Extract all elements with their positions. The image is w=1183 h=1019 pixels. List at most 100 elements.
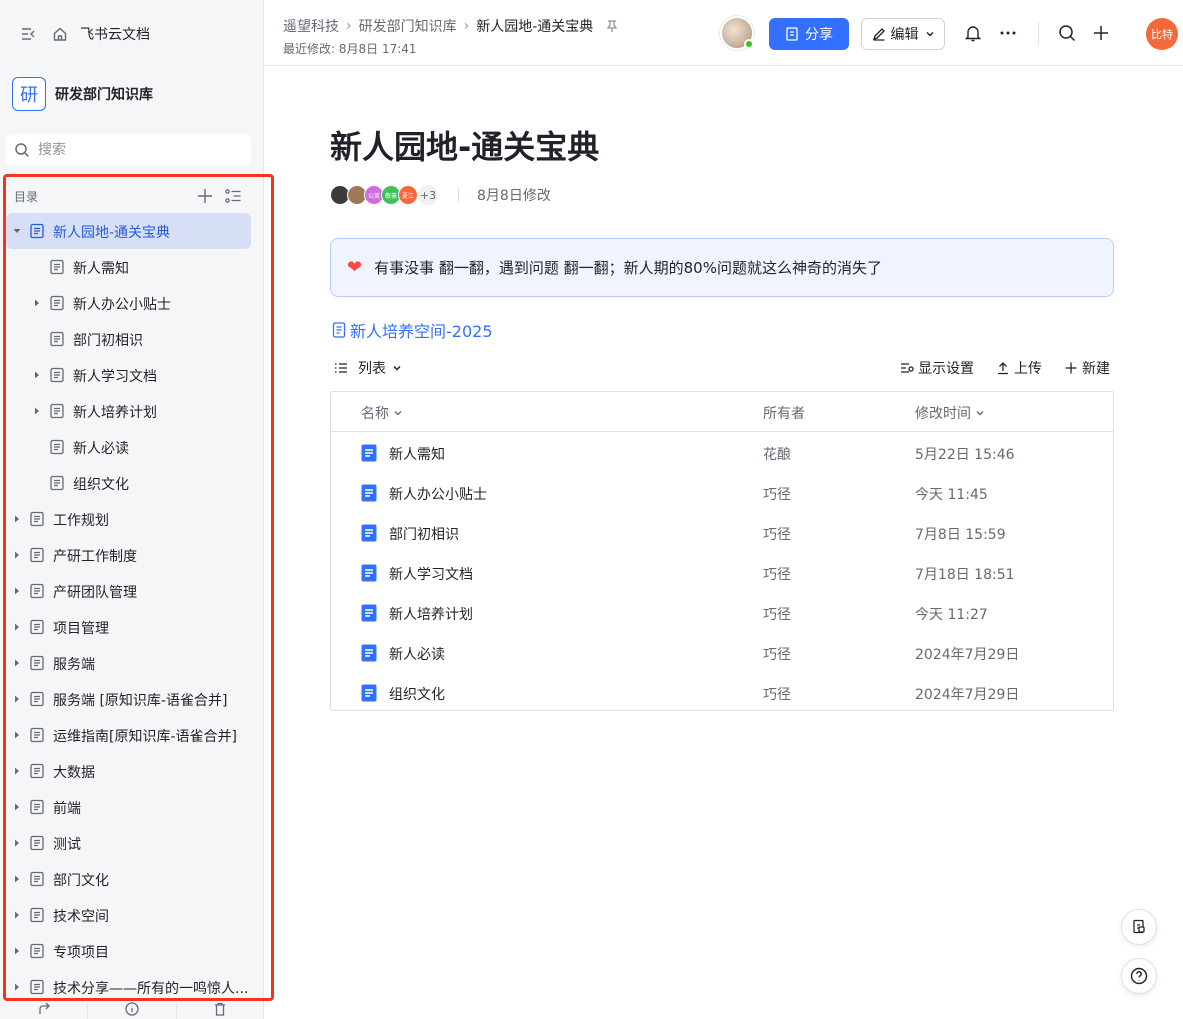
breadcrumb-item-company[interactable]: 遥望科技 [283, 16, 339, 36]
table-row[interactable]: 新人培养计划 巧径 今天 11:27 [331, 593, 1113, 633]
sidebar-tree-item[interactable]: 项目管理 [6, 609, 251, 645]
file-name[interactable]: 组织文化 [389, 684, 445, 704]
doc-icon [49, 475, 65, 491]
info-icon[interactable] [88, 1002, 177, 1019]
app-name[interactable]: 飞书云文档 [80, 24, 150, 44]
sidebar-tree-item[interactable]: 新人学习文档 [6, 357, 251, 393]
caret-right-icon[interactable] [31, 297, 43, 309]
caret-down-icon[interactable] [11, 225, 23, 237]
sidebar-tree-item[interactable]: 新人办公小贴士 [6, 285, 251, 321]
sidebar-tree-item[interactable]: 前端 [6, 789, 251, 825]
help-float-button[interactable] [1121, 958, 1157, 994]
caret-right-icon[interactable] [11, 873, 23, 885]
outline-list-icon[interactable] [224, 187, 242, 205]
table-row[interactable]: 组织文化 巧径 2024年7月29日 [331, 673, 1113, 713]
trash-icon[interactable] [177, 1002, 264, 1019]
sidebar-tree-item[interactable]: 技术空间 [6, 897, 251, 933]
more-icon[interactable] [997, 22, 1019, 44]
doc-modified: 8月8日修改 [477, 188, 551, 204]
sidebar-tree-item[interactable]: 产研工作制度 [6, 537, 251, 573]
file-name[interactable]: 新人办公小贴士 [389, 484, 487, 504]
sidebar-tree-item[interactable]: 新人需知 [6, 249, 251, 285]
view-switcher[interactable]: 列表 [334, 358, 402, 378]
share-icon[interactable] [0, 1002, 89, 1019]
viewer-avatar[interactable] [720, 16, 754, 50]
sidebar-tree-item-label: 新人需知 [73, 261, 129, 277]
sidebar-tree-item-label: 大数据 [53, 765, 95, 781]
file-modified-time: 7月18日 18:51 [915, 567, 1015, 583]
search-input[interactable] [38, 142, 228, 158]
add-icon[interactable] [196, 187, 214, 205]
sidebar-tree-item[interactable]: 服务端 [6, 645, 251, 681]
table-row[interactable]: 新人需知 花酿 5月22日 15:46 [331, 433, 1113, 473]
table-row[interactable]: 新人学习文档 巧径 7月18日 18:51 [331, 553, 1113, 593]
caret-right-icon[interactable] [11, 801, 23, 813]
caret-right-icon[interactable] [11, 621, 23, 633]
upload-button[interactable]: 上传 [996, 358, 1042, 378]
linked-doc-label: 新人培养空间-2025 [350, 322, 493, 341]
edit-mode-button[interactable]: 编辑 [861, 18, 945, 50]
file-name[interactable]: 新人学习文档 [389, 564, 473, 584]
doc-title[interactable]: 新人园地-通关宝典 [330, 122, 599, 168]
caret-right-icon[interactable] [11, 945, 23, 957]
caret-right-icon[interactable] [11, 657, 23, 669]
file-name[interactable]: 新人需知 [389, 444, 445, 464]
new-button[interactable]: 新建 [1064, 358, 1110, 378]
caret-right-icon[interactable] [11, 549, 23, 561]
table-row[interactable]: 新人必读 巧径 2024年7月29日 [331, 633, 1113, 673]
more-collaborators-badge[interactable]: +3 [417, 184, 439, 206]
sidebar-tree-item[interactable]: 部门初相识 [6, 321, 251, 357]
caret-right-icon[interactable] [11, 981, 23, 993]
share-button[interactable]: 分享 [769, 18, 849, 50]
caret-right-icon[interactable] [11, 585, 23, 597]
breadcrumb-item-space[interactable]: 研发部门知识库 [359, 16, 457, 36]
breadcrumb-item-current[interactable]: 新人园地-通关宝典 [476, 16, 593, 36]
search-icon[interactable] [1056, 22, 1078, 44]
account-avatar[interactable]: 比特 [1146, 18, 1178, 50]
bell-icon[interactable] [962, 22, 984, 44]
table-row[interactable]: 新人办公小贴士 巧径 今天 11:45 [331, 473, 1113, 513]
display-settings-button[interactable]: 显示设置 [900, 358, 974, 378]
sidebar-tree-item[interactable]: 部门文化 [6, 861, 251, 897]
sidebar-tree-item[interactable]: 技术分享——所有的一鸣惊人... [6, 969, 251, 1005]
sidebar-tree-item-label: 新人必读 [73, 441, 129, 457]
file-name[interactable]: 新人必读 [389, 644, 445, 664]
collaborator-avatar[interactable]: 夏江 [398, 185, 418, 205]
doc-icon [29, 907, 45, 923]
sidebar-tree-item[interactable]: 组织文化 [6, 465, 251, 501]
column-header-name[interactable]: 名称 [361, 403, 403, 423]
sidebar-tree-item[interactable]: 专项项目 [6, 933, 251, 969]
collapse-sidebar-icon[interactable] [18, 24, 38, 44]
sidebar-tree-item[interactable]: 新人必读 [6, 429, 251, 465]
collaborator-avatars[interactable]: 公英 敬豪 夏江 [330, 185, 418, 205]
doc-outline-float-button[interactable] [1121, 909, 1157, 945]
sidebar-tree-item[interactable]: 新人园地-通关宝典 [6, 213, 251, 249]
caret-right-icon[interactable] [11, 765, 23, 777]
sidebar-tree-item[interactable]: 产研团队管理 [6, 573, 251, 609]
callout-block[interactable]: ❤ 有事没事 翻一翻，遇到问题 翻一翻；新人期的80%问题就这么神奇的消失了 [330, 238, 1114, 297]
column-header-modified[interactable]: 修改时间 [915, 403, 985, 423]
sidebar-tree-item[interactable]: 运维指南[原知识库-语雀合并] [6, 717, 251, 753]
sidebar-tree-item[interactable]: 服务端 [原知识库-语雀合并] [6, 681, 251, 717]
space-header[interactable]: 研 研发部门知识库 [12, 77, 153, 111]
file-name[interactable]: 新人培养计划 [389, 604, 473, 624]
caret-right-icon[interactable] [11, 693, 23, 705]
caret-right-icon[interactable] [31, 369, 43, 381]
caret-right-icon[interactable] [11, 729, 23, 741]
home-icon[interactable] [50, 24, 70, 44]
sidebar-tree-item[interactable]: 新人培养计划 [6, 393, 251, 429]
caret-right-icon[interactable] [31, 405, 43, 417]
sidebar-tree-item[interactable]: 大数据 [6, 753, 251, 789]
pin-icon[interactable] [605, 19, 619, 33]
caret-right-icon[interactable] [11, 837, 23, 849]
sidebar-tree-item[interactable]: 工作规划 [6, 501, 251, 537]
plus-icon[interactable] [1090, 22, 1112, 44]
search-box[interactable] [6, 134, 251, 166]
linked-doc[interactable]: 新人培养空间-2025 [332, 318, 493, 342]
caret-right-icon[interactable] [11, 909, 23, 921]
caret-right-icon[interactable] [11, 513, 23, 525]
sidebar-tree-item[interactable]: 测试 [6, 825, 251, 861]
breadcrumb: 遥望科技 › 研发部门知识库 › 新人园地-通关宝典 [283, 16, 619, 36]
table-row[interactable]: 部门初相识 巧径 7月8日 15:59 [331, 513, 1113, 553]
file-name[interactable]: 部门初相识 [389, 524, 459, 544]
